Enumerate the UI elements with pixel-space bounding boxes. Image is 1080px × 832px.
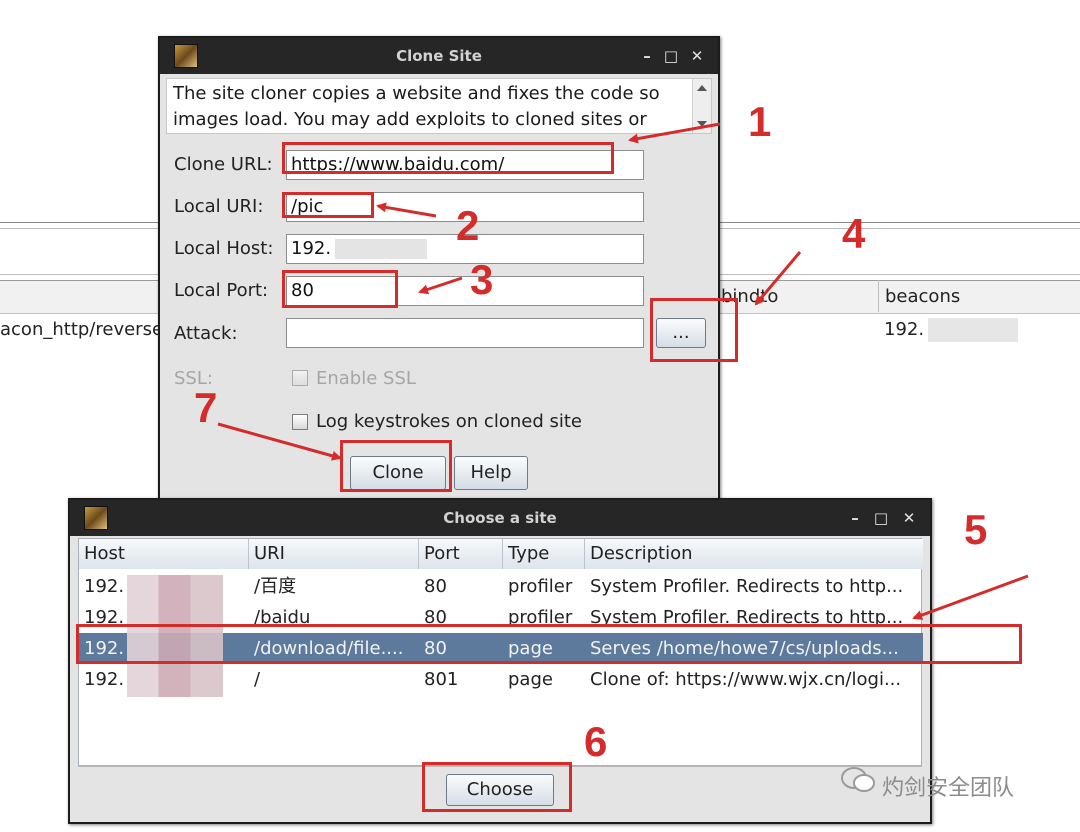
- annotation-arrows: [217, 122, 1029, 620]
- arrow-7: [217, 422, 342, 461]
- annotation-box-local-uri: [282, 192, 374, 218]
- arrow-3: [418, 276, 463, 295]
- arrow-5: [912, 574, 1029, 620]
- annotation-box-attack-browse: [650, 298, 738, 362]
- arrow-1: [628, 122, 721, 144]
- annotation-number: 4: [842, 210, 866, 257]
- annotation-box-selected-row: [76, 624, 1022, 664]
- arrow-2: [376, 202, 437, 218]
- annotation-box-clone: [340, 440, 452, 492]
- annotation-number: 2: [456, 202, 480, 249]
- annotation-box-clone-url: [282, 142, 614, 174]
- arrow-4: [754, 251, 802, 306]
- annotation-box-local-port: [282, 270, 398, 308]
- wechat-icon: [840, 766, 876, 794]
- annotation-box-choose: [422, 762, 572, 812]
- annotation-number: 5: [964, 506, 988, 553]
- annotation-number: 3: [470, 256, 494, 303]
- annotation-number: 6: [584, 718, 608, 765]
- annotation-number: 7: [194, 384, 218, 431]
- annotation-number: 1: [748, 98, 772, 145]
- watermark-text: 灼剑安全团队: [882, 776, 1015, 801]
